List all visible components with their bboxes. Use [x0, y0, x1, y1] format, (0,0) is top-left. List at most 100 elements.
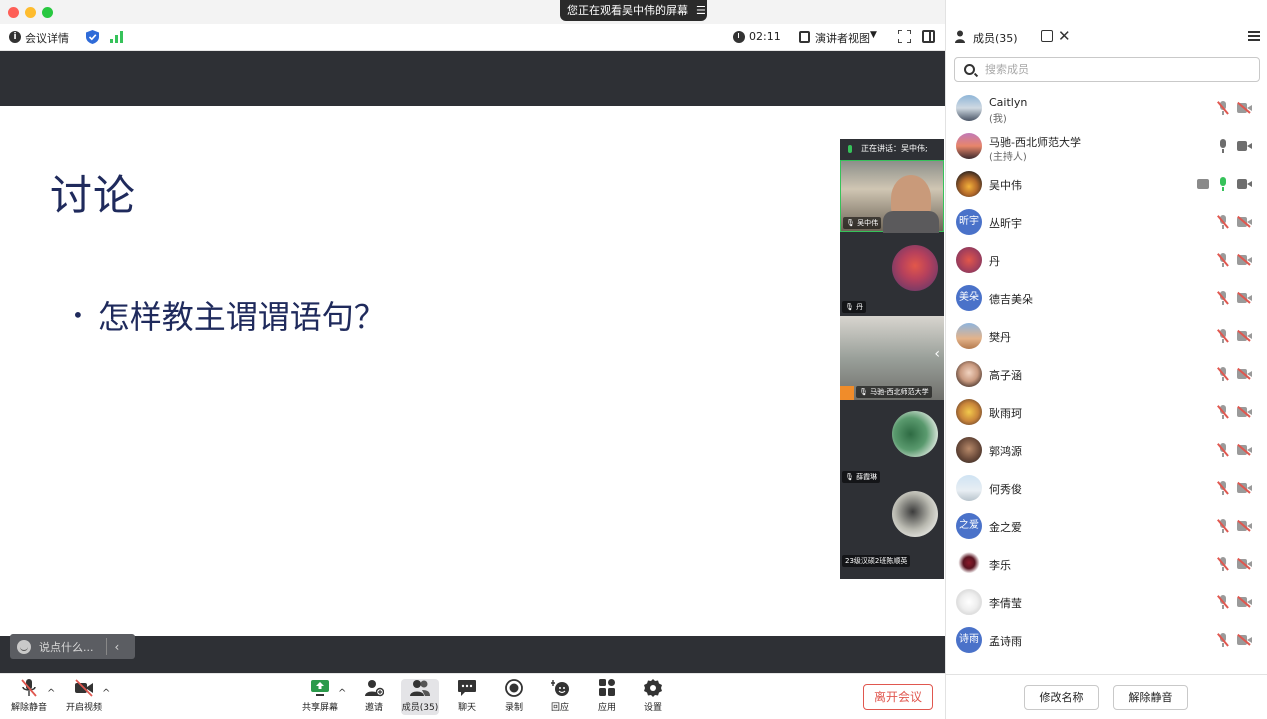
camera-off-icon[interactable] [1237, 102, 1252, 114]
member-row[interactable]: 高子涵 [946, 355, 1267, 393]
apps-button[interactable]: 应用 [582, 679, 632, 713]
member-row[interactable]: 马驰-西北师范大学 (主持人) [946, 127, 1267, 165]
member-name: 何秀俊 [989, 483, 1022, 496]
popout-icon[interactable] [1041, 30, 1053, 42]
quick-chat-input[interactable]: 说点什么... ‹ [10, 634, 135, 659]
apps-icon [599, 679, 615, 696]
video-tile[interactable]: 🎙 丹 [840, 235, 944, 315]
speaker-view-icon[interactable] [799, 31, 810, 43]
mic-muted-icon[interactable] [1217, 291, 1229, 305]
mic-icon[interactable] [1217, 139, 1229, 153]
member-row[interactable]: 之爱 金之爱 [946, 507, 1267, 545]
camera-off-icon[interactable] [1237, 330, 1252, 342]
camera-off-icon[interactable] [1237, 596, 1252, 608]
avatar [956, 323, 982, 349]
member-row[interactable]: 耿雨珂 [946, 393, 1267, 431]
video-tile[interactable]: 23级汉硕2班陈顺英 [840, 485, 944, 569]
chevron-up-icon[interactable]: ^ [338, 688, 346, 699]
camera-off-icon[interactable] [1237, 482, 1252, 494]
member-row[interactable]: 吴中伟 [946, 165, 1267, 203]
mic-muted-icon[interactable] [1217, 633, 1229, 647]
settings-button[interactable]: 设置 [628, 679, 678, 713]
minimize-window-button[interactable] [25, 7, 36, 18]
chevron-left-icon[interactable]: ‹ [115, 640, 120, 654]
chevron-right-icon[interactable]: ‹ [934, 346, 940, 362]
rename-button[interactable]: 修改名称 [1024, 685, 1099, 710]
info-icon[interactable]: i [9, 31, 21, 43]
viewing-screen-badge[interactable]: 您正在观看吴中伟的屏幕 ☰ [560, 0, 707, 21]
chevron-up-icon[interactable]: ^ [102, 688, 110, 699]
member-row[interactable]: 李乐 [946, 545, 1267, 583]
camera-off-icon[interactable] [1237, 634, 1252, 646]
start-video-label: 开启视频 [65, 703, 102, 713]
camera-off-icon[interactable] [1237, 254, 1252, 266]
camera-icon[interactable] [1237, 141, 1252, 151]
member-row[interactable]: 李倩莹 [946, 583, 1267, 621]
mic-muted-icon[interactable] [1217, 367, 1229, 381]
mic-muted-icon[interactable] [1217, 215, 1229, 229]
invite-button[interactable]: 邀请 [349, 679, 399, 713]
speaking-label: 正在讲话：吴中伟; [861, 144, 928, 153]
member-row[interactable]: 昕宇 丛昕宇 [946, 203, 1267, 241]
members-button[interactable]: 成员(35) [401, 679, 439, 715]
close-icon[interactable]: ✕ [1058, 27, 1071, 45]
member-search-box[interactable] [954, 57, 1260, 82]
member-list[interactable]: Caitlyn (我) 马驰-西北师范大学 (主持人) 吴中伟 昕宇 丛昕宇 丹… [946, 89, 1267, 674]
tile-name-text: 薛霞琳 [856, 473, 878, 481]
mic-muted-icon[interactable] [1217, 443, 1229, 457]
video-tile[interactable]: ‹ 🎙 马驰-西北师范大学 [840, 316, 944, 400]
quick-chat-placeholder[interactable]: 说点什么... [39, 639, 94, 655]
camera-off-icon[interactable] [1237, 558, 1252, 570]
member-row[interactable]: 诗雨 孟诗雨 [946, 621, 1267, 659]
member-row[interactable]: 丹 [946, 241, 1267, 279]
chevron-down-icon[interactable]: ▼ [870, 30, 877, 40]
member-search-input[interactable] [985, 61, 1245, 78]
bullet-dot: • [72, 303, 84, 327]
member-row[interactable]: 何秀俊 [946, 469, 1267, 507]
signal-icon[interactable] [110, 31, 123, 43]
mic-muted-icon[interactable] [1217, 481, 1229, 495]
mic-muted-icon[interactable] [1217, 405, 1229, 419]
avatar [956, 361, 982, 387]
members-panel-title: 成员(35) [973, 32, 1018, 45]
member-row[interactable]: 郭鸿源 [946, 431, 1267, 469]
meeting-details-link[interactable]: 会议详情 [25, 30, 69, 46]
avatar [956, 437, 982, 463]
avatar [956, 133, 982, 159]
sidebar-toggle-icon[interactable] [922, 30, 935, 43]
camera-off-icon[interactable] [1237, 216, 1252, 228]
close-window-button[interactable] [8, 7, 19, 18]
mic-muted-icon[interactable] [1217, 253, 1229, 267]
video-strip: 正在讲话：吴中伟; 🎙 吴中伟 🎙 丹 ‹ 🎙 马驰-西北师范大学 🎙 薛霞琳 … [840, 139, 944, 579]
camera-off-icon[interactable] [1237, 368, 1252, 380]
chevron-up-icon[interactable]: ^ [47, 688, 55, 699]
camera-off-icon[interactable] [1237, 520, 1252, 532]
mic-muted-icon[interactable] [1217, 329, 1229, 343]
record-button[interactable]: 录制 [489, 679, 539, 713]
menu-icon[interactable] [1248, 31, 1260, 41]
chat-button[interactable]: 聊天 [442, 679, 492, 713]
member-row[interactable]: Caitlyn (我) [946, 89, 1267, 127]
mic-active-icon[interactable] [1217, 177, 1229, 191]
video-tile[interactable]: 🎙 薛霞琳 [840, 401, 944, 485]
camera-off-icon[interactable] [1237, 406, 1252, 418]
unmute-all-button[interactable]: 解除静音 [1113, 685, 1188, 710]
zoom-window-button[interactable] [42, 7, 53, 18]
camera-off-icon[interactable] [1237, 292, 1252, 304]
camera-off-icon[interactable] [1237, 444, 1252, 456]
member-row[interactable]: 美朵 德吉美朵 [946, 279, 1267, 317]
leave-meeting-button[interactable]: 离开会议 [863, 684, 933, 710]
reaction-button[interactable]: 回应 [535, 679, 585, 713]
member-row[interactable]: 樊丹 [946, 317, 1267, 355]
mic-muted-icon[interactable] [1217, 101, 1229, 115]
view-mode-label[interactable]: 演讲者视图 [815, 30, 870, 46]
camera-icon[interactable] [1237, 179, 1252, 189]
video-tile[interactable]: 🎙 吴中伟 [840, 160, 944, 233]
shield-icon[interactable] [86, 30, 99, 44]
emoji-icon[interactable] [17, 639, 31, 654]
mic-muted-icon[interactable] [1217, 595, 1229, 609]
avatar [956, 399, 982, 425]
mic-muted-icon[interactable] [1217, 519, 1229, 533]
fullscreen-icon[interactable] [898, 30, 911, 43]
mic-muted-icon[interactable] [1217, 557, 1229, 571]
